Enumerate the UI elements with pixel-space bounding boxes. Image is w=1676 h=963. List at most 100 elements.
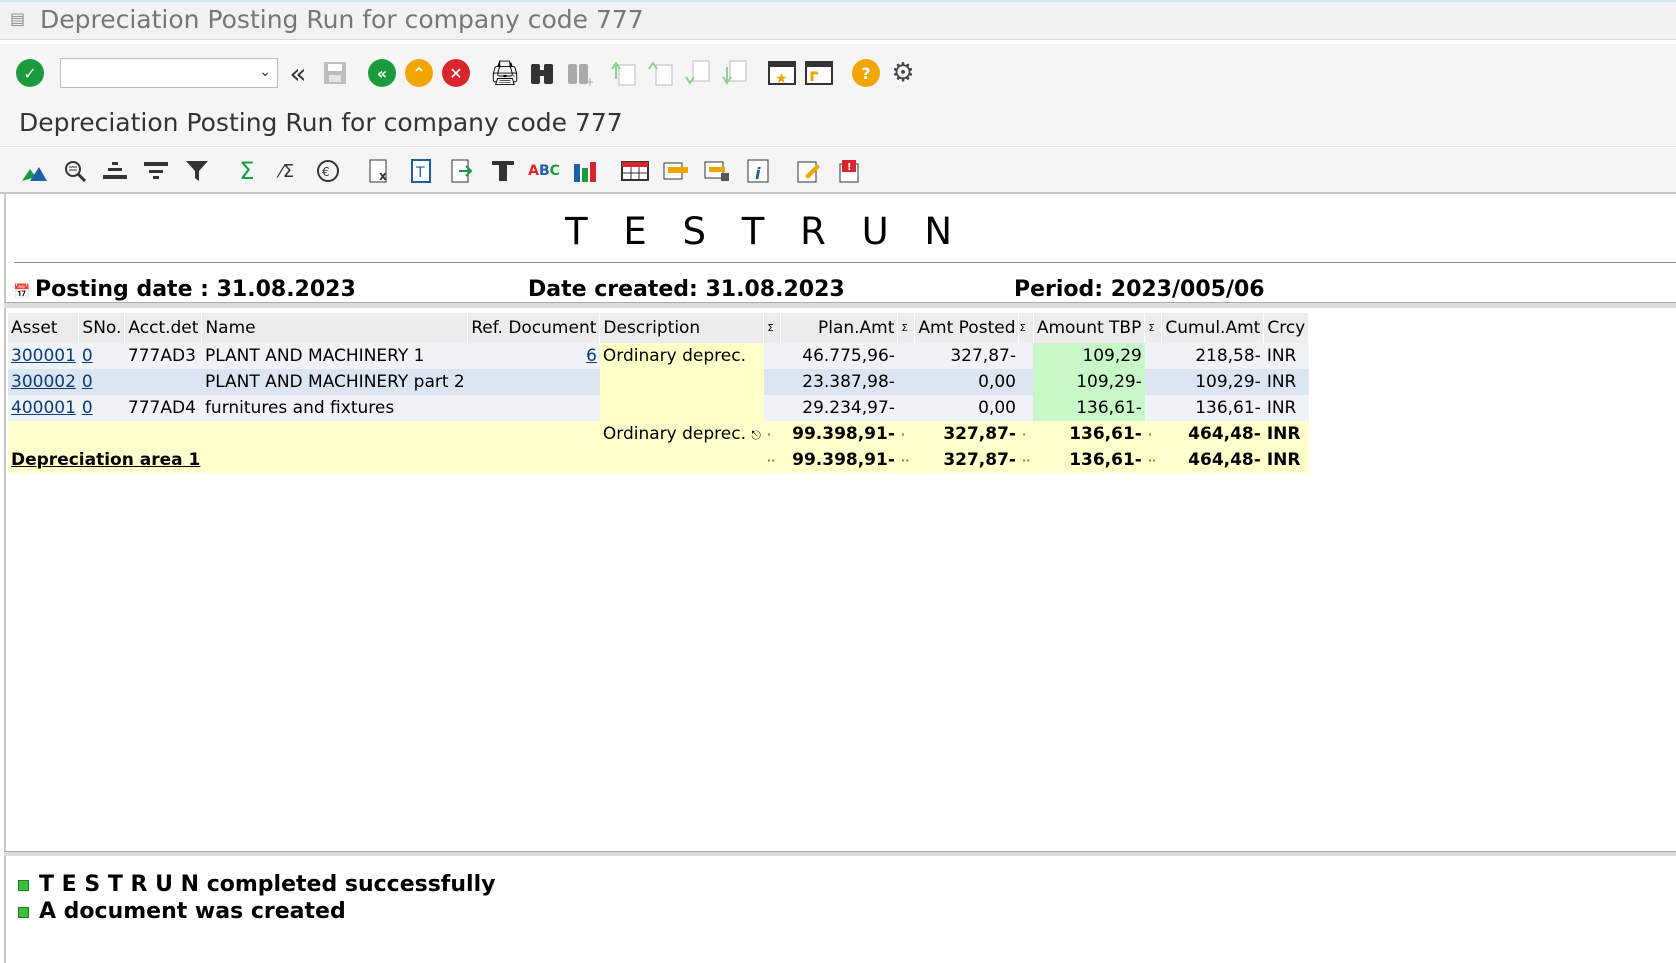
col-asset[interactable]: Asset xyxy=(8,313,80,343)
svg-text:T: T xyxy=(415,165,425,181)
total-crcy: INR xyxy=(1266,450,1301,470)
save-icon[interactable] xyxy=(320,58,350,88)
word-processing-icon[interactable]: T xyxy=(406,156,436,186)
total-label[interactable]: Depreciation area 1 xyxy=(8,447,764,473)
last-page-icon[interactable] xyxy=(720,58,750,88)
amount-tbp-cell: 109,29- xyxy=(1033,369,1145,395)
asset-grid: Asset SNo. Acct.det Name Ref. Document D… xyxy=(8,313,1310,473)
filter-icon[interactable] xyxy=(182,156,212,186)
back-arrows-icon[interactable]: « xyxy=(283,57,313,90)
chevron-down-icon[interactable]: ⌄ xyxy=(259,64,271,80)
description-cell xyxy=(599,369,764,395)
subtotal-plan-amt: 99.398,91- xyxy=(792,424,895,444)
svg-text:!: ! xyxy=(847,162,852,173)
change-layout-icon[interactable] xyxy=(620,156,650,186)
choose-layout-icon[interactable] xyxy=(661,156,691,186)
splitter[interactable] xyxy=(4,302,1676,308)
acctdet-cell: 777AD4 xyxy=(127,398,196,418)
page-title: Depreciation Posting Run for company cod… xyxy=(19,108,623,137)
export-excel-icon[interactable]: x xyxy=(365,156,395,186)
refdoc-cell xyxy=(468,395,600,421)
total-amt-posted: 327,87- xyxy=(943,450,1016,470)
total-icon[interactable]: Σ xyxy=(232,156,262,186)
details-icon[interactable] xyxy=(60,156,90,186)
col-crcy[interactable]: Crcy xyxy=(1263,313,1310,343)
col-cumul-amt[interactable]: Cumul.Amt xyxy=(1161,313,1265,343)
save-layout-icon[interactable] xyxy=(702,156,732,186)
total-row[interactable]: Depreciation area 1 ·· 99.398,91- ·· 327… xyxy=(8,447,1309,473)
name-cell: PLANT AND MACHINERY 1 xyxy=(204,346,425,366)
send-icon[interactable] xyxy=(488,156,518,186)
report-heading: T E S T R U N xyxy=(565,210,965,253)
col-sno[interactable]: SNo. xyxy=(78,313,126,343)
sno-link[interactable]: 0 xyxy=(79,369,125,395)
exit-icon[interactable]: ⌃ xyxy=(404,58,434,88)
print-icon[interactable]: 🖨 xyxy=(490,58,520,88)
sno-link[interactable]: 0 xyxy=(79,343,125,369)
subtotal-row[interactable]: Ordinary deprec. ⎋ · 99.398,91- · 327,87… xyxy=(8,421,1309,447)
edit-notes-icon[interactable] xyxy=(793,156,823,186)
table-row[interactable]: 300001 0 777AD3 PLANT AND MACHINERY 1 6 … xyxy=(8,343,1309,369)
find-next-icon[interactable]: + xyxy=(564,58,594,88)
asset-link[interactable]: 300001 xyxy=(8,343,79,369)
subtotal-label: Ordinary deprec. ⎋ xyxy=(602,424,761,444)
currency-conversion-icon[interactable]: € xyxy=(313,156,343,186)
col-amount-tbp[interactable]: Amount TBP xyxy=(1033,313,1146,343)
asset-link[interactable]: 300002 xyxy=(8,369,79,395)
create-session-icon[interactable]: ★ xyxy=(767,58,797,88)
command-field[interactable]: ⌄ xyxy=(60,58,278,88)
settings-icon[interactable]: ⚙ xyxy=(888,58,918,88)
col-plan-amt[interactable]: Plan.Amt xyxy=(780,313,899,343)
svg-text:x: x xyxy=(379,169,387,183)
next-page-icon[interactable] xyxy=(683,58,713,88)
subtotal-icon[interactable]: ⁄Σ xyxy=(272,156,302,186)
table-row[interactable]: 400001 0 777AD4 furnitures and fixtures … xyxy=(8,395,1309,421)
window-menu-icon[interactable]: ▤ xyxy=(10,11,30,27)
sort-ascending-icon[interactable] xyxy=(100,156,130,186)
info-icon[interactable]: i xyxy=(743,156,773,186)
local-file-icon[interactable] xyxy=(447,156,477,186)
find-icon[interactable] xyxy=(527,58,557,88)
back-icon[interactable]: « xyxy=(367,58,397,88)
sort-descending-icon[interactable] xyxy=(141,156,171,186)
error-log-icon[interactable]: ! xyxy=(834,156,864,186)
svg-text:★: ★ xyxy=(775,71,788,87)
svg-text:+: + xyxy=(585,75,593,86)
svg-text:i: i xyxy=(755,164,761,183)
amount-tbp-cell: 109,29 xyxy=(1033,343,1145,369)
sum-marker: Σ xyxy=(1018,313,1034,343)
col-description[interactable]: Description xyxy=(599,313,765,343)
sum-marker: Σ xyxy=(1144,313,1163,343)
amt-posted-cell: 0,00 xyxy=(978,372,1016,392)
check-icon[interactable]: ✓ xyxy=(15,58,45,88)
chart-icon[interactable] xyxy=(19,156,49,186)
screen-title-bar: Depreciation Posting Run for company cod… xyxy=(0,102,1676,147)
sum-marker: Σ xyxy=(763,313,782,343)
col-refdoc[interactable]: Ref. Document xyxy=(467,313,601,343)
sum-marker: Σ xyxy=(897,313,916,343)
abc-analysis-icon[interactable]: ABC xyxy=(528,156,560,186)
plan-amt-cell: 46.775,96- xyxy=(802,346,895,366)
calendar-icon: 📅 xyxy=(13,284,31,300)
posting-date: Posting date : 31.08.2023 xyxy=(35,277,356,302)
sno-link[interactable]: 0 xyxy=(79,395,125,421)
col-amt-posted[interactable]: Amt Posted xyxy=(914,313,1020,343)
cancel-icon[interactable]: ✕ xyxy=(441,58,471,88)
success-icon xyxy=(18,906,29,918)
graphic-icon[interactable] xyxy=(570,156,600,186)
refdoc-link[interactable]: 6 xyxy=(468,343,600,369)
first-page-icon[interactable] xyxy=(609,58,639,88)
col-name[interactable]: Name xyxy=(201,313,469,343)
asset-link[interactable]: 400001 xyxy=(8,395,79,421)
description-cell: Ordinary deprec. xyxy=(599,343,764,369)
col-acctdet[interactable]: Acct.det xyxy=(124,313,203,343)
shortcut-icon[interactable] xyxy=(804,58,834,88)
amt-posted-cell: 327,87- xyxy=(950,346,1016,366)
help-icon[interactable]: ? xyxy=(851,58,881,88)
total-amount-tbp: 136,61- xyxy=(1069,450,1142,470)
subtotal-icon: ⎋ xyxy=(751,428,761,442)
amt-posted-cell: 0,00 xyxy=(978,398,1016,418)
previous-page-icon[interactable] xyxy=(646,58,676,88)
cumul-amt-cell: 218,58- xyxy=(1195,346,1261,366)
table-row[interactable]: 300002 0 PLANT AND MACHINERY part 2 23.3… xyxy=(8,369,1309,395)
